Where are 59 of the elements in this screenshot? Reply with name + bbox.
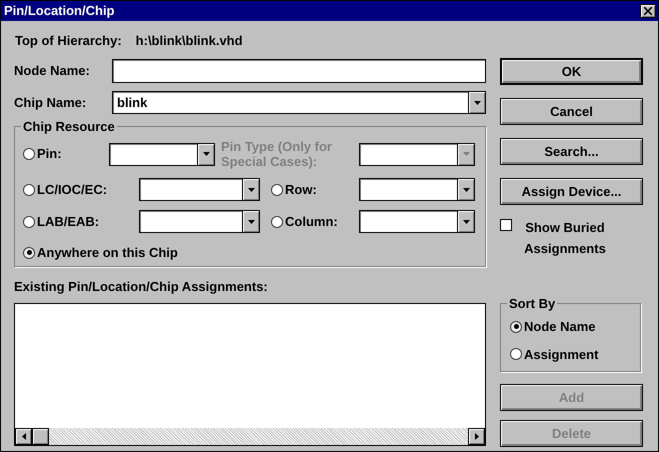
field-label: Node Name: [14,62,91,80]
radio-label: Pin: [37,145,62,164]
hierarchy-label: Top of Hierarchy: [15,32,122,50]
dropdown-button[interactable] [457,179,474,200]
radio-label: Row: [285,180,317,199]
right-arrow-icon [474,432,478,440]
pin-type-label: Pin Type (Only for Special Cases): [221,139,333,169]
radio-label: Column: [285,212,338,231]
radio-label: Node Name [524,318,596,336]
dropdown-field[interactable] [359,210,475,233]
caret-icon [474,100,480,104]
radio-label: LAB/EAB: [37,212,100,231]
caret-icon [248,188,254,192]
radio-button[interactable] [510,348,522,360]
dropdown-field[interactable] [359,178,475,201]
left-arrow-icon [22,432,26,440]
dropdown-field[interactable]: blink [112,91,486,114]
dialog-button[interactable]: Cancel [500,98,643,125]
dropdown-field[interactable] [359,142,475,166]
dropdown-button[interactable] [242,211,259,232]
scrollbar[interactable] [15,428,485,444]
dropdown-button[interactable] [457,144,474,164]
radio-button[interactable] [271,216,283,228]
dialog-button[interactable]: Assign Device... [500,178,643,205]
caret-icon [462,220,470,224]
scroll-left-button[interactable] [15,428,32,444]
dropdown-field[interactable] [109,142,215,166]
radio-label: Anywhere on this Chip [37,244,178,262]
dialog-button[interactable]: OK [500,58,643,85]
field-label: Chip Name: [14,94,88,112]
radio-button[interactable] [510,320,522,333]
window-title: Pin/Location/Chip [4,2,114,20]
dropdown-button[interactable] [197,144,214,164]
input-field[interactable] [112,59,486,83]
dialog-button[interactable]: Search... [500,138,643,165]
scroll-thumb[interactable] [32,428,49,444]
dropdown-button[interactable] [242,179,259,200]
hierarchy-path: h:\blink\blink.vhd [136,32,243,50]
radio-label: LC/IOC/EC: [37,180,108,199]
list-label: Existing Pin/Location/Chip Assignments: [14,278,269,296]
close-icon [644,7,652,15]
radio-button[interactable] [23,184,35,196]
radio-button[interactable] [271,184,283,196]
dropdown-button[interactable] [457,211,474,232]
caret-icon [462,188,470,192]
radio-button[interactable] [23,246,35,259]
caret-icon [202,152,210,156]
caret-icon [248,220,254,224]
radio-label: Assignment [524,346,598,364]
dropdown-field[interactable] [139,178,260,201]
radio-button[interactable] [23,216,35,228]
caret-icon [462,152,470,156]
dropdown-button[interactable] [468,92,485,113]
close-button[interactable] [640,4,656,18]
scroll-right-button[interactable] [468,428,485,444]
dropdown-field[interactable] [139,210,260,233]
checkbox[interactable] [500,219,512,231]
radio-button[interactable] [23,148,35,160]
checkbox-label: Show Buried Assignments [523,219,607,258]
